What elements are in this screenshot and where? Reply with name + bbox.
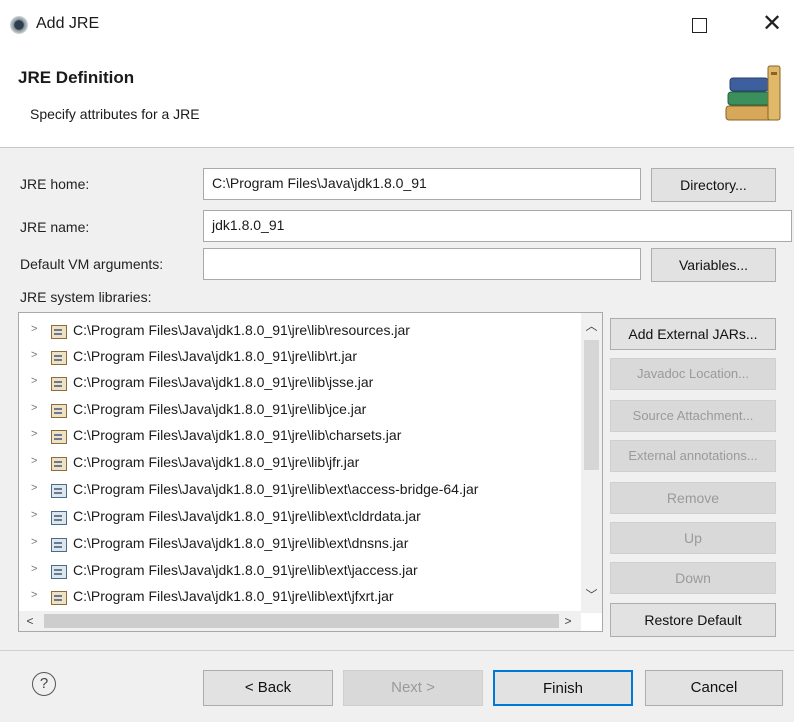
chevron-right-icon[interactable]: > — [31, 536, 37, 548]
page-subtitle: Specify attributes for a JRE — [30, 106, 200, 122]
directory-button[interactable]: Directory... — [651, 168, 776, 202]
libraries-label: JRE system libraries: — [20, 289, 152, 305]
jar-icon — [51, 351, 67, 365]
chevron-right-icon[interactable]: > — [31, 563, 37, 575]
chevron-right-icon[interactable]: > — [31, 482, 37, 494]
jre-home-field[interactable]: C:\Program Files\Java\jdk1.8.0_91 — [203, 168, 641, 200]
back-button[interactable]: < Back — [203, 670, 333, 706]
list-item[interactable]: > C:\Program Files\Java\jdk1.8.0_91\jre\l… — [19, 559, 579, 585]
scroll-right-icon[interactable]: > — [558, 611, 578, 631]
eclipse-icon — [10, 16, 28, 34]
list-item[interactable]: > C:\Program Files\Java\jdk1.8.0_91\jre\l… — [19, 585, 579, 611]
title-bar — [0, 0, 794, 52]
vm-args-label: Default VM arguments: — [20, 256, 164, 272]
up-button[interactable]: Up — [610, 522, 776, 554]
restore-default-button[interactable]: Restore Default — [610, 603, 776, 637]
help-icon[interactable]: ? — [32, 672, 56, 696]
chevron-right-icon[interactable]: > — [31, 402, 37, 414]
jar-icon — [51, 591, 67, 605]
jar-icon — [51, 538, 67, 552]
chevron-right-icon[interactable]: > — [31, 323, 37, 335]
jar-icon — [51, 484, 67, 498]
close-icon[interactable]: ✕ — [760, 10, 784, 38]
list-item[interactable]: > C:\Program Files\Java\jdk1.8.0_91\jre\l… — [19, 451, 579, 477]
next-button[interactable]: Next > — [343, 670, 483, 706]
chevron-right-icon[interactable]: > — [31, 455, 37, 467]
source-attachment-button[interactable]: Source Attachment... — [610, 400, 776, 432]
books-icon — [725, 65, 781, 121]
chevron-right-icon[interactable]: > — [31, 428, 37, 440]
jar-icon — [51, 457, 67, 471]
list-item[interactable]: > C:\Program Files\Java\jdk1.8.0_91\jre\l… — [19, 505, 579, 531]
variables-button[interactable]: Variables... — [651, 248, 776, 282]
add-external-jars-button[interactable]: Add External JARs... — [610, 318, 776, 350]
jar-icon — [51, 430, 67, 444]
jar-icon — [51, 404, 67, 418]
javadoc-location-button[interactable]: Javadoc Location... — [610, 358, 776, 390]
jar-icon — [51, 325, 67, 339]
maximize-icon[interactable] — [692, 18, 707, 33]
chevron-right-icon[interactable]: > — [31, 375, 37, 387]
finish-button[interactable]: Finish — [493, 670, 633, 706]
scroll-down-icon[interactable]: ﹀ — [581, 585, 602, 605]
scroll-up-icon[interactable]: ︿ — [581, 316, 602, 336]
horizontal-scroll-thumb[interactable] — [44, 614, 559, 628]
libraries-list[interactable]: > C:\Program Files\Java\jdk1.8.0_91\jre\l… — [18, 312, 603, 632]
list-item[interactable]: > C:\Program Files\Java\jdk1.8.0_91\jre\l… — [19, 478, 579, 504]
jar-icon — [51, 565, 67, 579]
list-item[interactable]: > C:\Program Files\Java\jdk1.8.0_91\jre\l… — [19, 319, 579, 345]
scroll-left-icon[interactable]: < — [20, 611, 40, 631]
chevron-right-icon[interactable]: > — [31, 349, 37, 361]
list-item[interactable]: > C:\Program Files\Java\jdk1.8.0_91\jre\l… — [19, 345, 579, 371]
jar-icon — [51, 377, 67, 391]
down-button[interactable]: Down — [610, 562, 776, 594]
list-item[interactable]: > C:\Program Files\Java\jdk1.8.0_91\jre\l… — [19, 532, 579, 558]
jre-home-label: JRE home: — [20, 176, 90, 192]
window-title: Add JRE — [36, 15, 100, 32]
cancel-button[interactable]: Cancel — [645, 670, 783, 706]
vm-args-field[interactable] — [203, 248, 641, 280]
list-item[interactable]: > C:\Program Files\Java\jdk1.8.0_91\jre\l… — [19, 398, 579, 424]
list-item[interactable]: > C:\Program Files\Java\jdk1.8.0_91\jre\l… — [19, 424, 579, 450]
jre-name-field[interactable]: jdk1.8.0_91 — [203, 210, 792, 242]
list-item[interactable]: > C:\Program Files\Java\jdk1.8.0_91\jre\l… — [19, 371, 579, 397]
jre-name-label: JRE name: — [20, 219, 90, 235]
page-title: JRE Definition — [18, 68, 135, 87]
remove-button[interactable]: Remove — [610, 482, 776, 514]
vertical-scroll-thumb[interactable] — [584, 340, 599, 470]
external-annotations-button[interactable]: External annotations... — [610, 440, 776, 472]
footer-divider — [0, 650, 794, 651]
header-banner — [0, 52, 794, 148]
chevron-right-icon[interactable]: > — [31, 509, 37, 521]
jar-icon — [51, 511, 67, 525]
chevron-right-icon[interactable]: > — [31, 589, 37, 601]
